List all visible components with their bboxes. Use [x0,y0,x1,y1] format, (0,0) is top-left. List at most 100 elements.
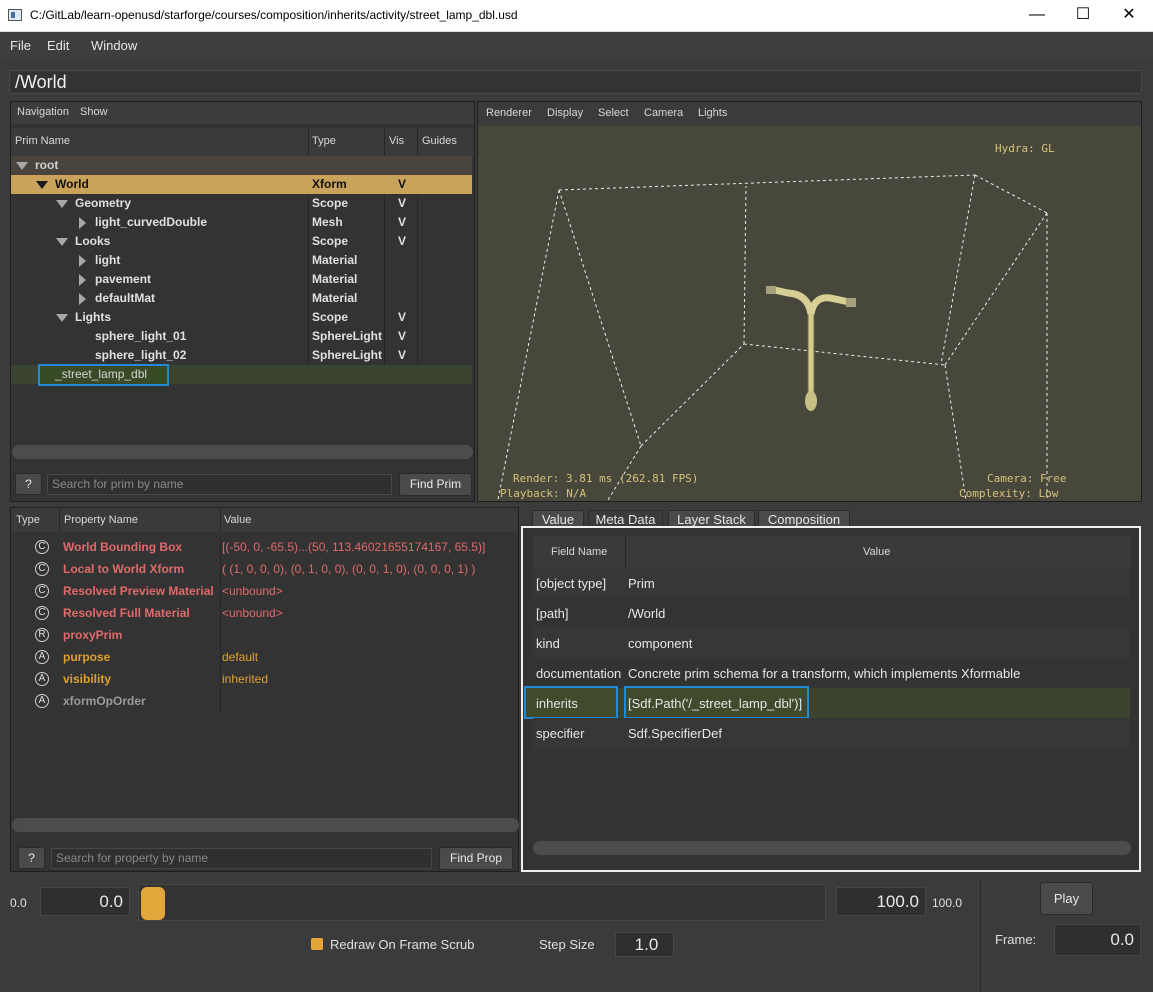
tree-row-root[interactable]: root [11,156,472,175]
menu-bar: File Edit Window [0,32,1153,58]
path-bar[interactable]: /World [9,70,1142,94]
prim-vis[interactable]: V [398,215,406,229]
tree-row-lights[interactable]: Lights Scope V [11,308,472,327]
property-row[interactable]: C Local to World Xform ( (1, 0, 0, 0), (… [11,559,518,581]
property-row[interactable]: C World Bounding Box [(-50, 0, -65.5)...… [11,537,518,559]
header-field-name[interactable]: Field Name [551,546,607,558]
expand-arrow-icon[interactable] [56,238,68,246]
collapsed-arrow-icon[interactable] [79,293,86,305]
menu-edit[interactable]: Edit [47,38,69,53]
property-row[interactable]: C Resolved Preview Material <unbound> [11,581,518,603]
property-row[interactable]: A purpose default [11,647,518,669]
tree-row-light-curveddouble[interactable]: light_curvedDouble Mesh V [11,213,472,232]
horizontal-scrollbar[interactable] [533,841,1131,855]
property-row[interactable]: A xformOpOrder [11,691,518,713]
prim-name: Lights [75,310,111,324]
property-row[interactable]: R proxyPrim [11,625,518,647]
expand-arrow-icon[interactable] [16,162,28,170]
menu-file[interactable]: File [10,38,31,53]
prim-search-input[interactable]: Search for prim by name [47,474,392,495]
help-button[interactable]: ? [18,847,45,869]
find-prim-button[interactable]: Find Prim [399,473,472,496]
prim-type: Material [312,253,358,267]
tree-row-looks[interactable]: Looks Scope V [11,232,472,251]
property-search-input[interactable]: Search for property by name [51,848,432,869]
prim-vis[interactable]: V [398,348,406,362]
header-type[interactable]: Type [16,514,40,526]
property-name: Resolved Preview Material [63,584,214,598]
prim-vis[interactable]: V [398,196,406,210]
menu-window[interactable]: Window [91,38,137,53]
step-size-input[interactable]: 1.0 [615,932,674,957]
end-frame-input[interactable]: 100.0 [836,887,926,916]
property-row[interactable]: A visibility inherited [11,669,518,691]
menu-display[interactable]: Display [547,107,583,119]
header-type[interactable]: Type [312,135,336,147]
tree-row-street-lamp-dbl[interactable]: _street_lamp_dbl [11,364,472,386]
menu-camera[interactable]: Camera [644,107,683,119]
collapsed-arrow-icon[interactable] [79,274,86,286]
column-divider [384,128,385,156]
horizontal-scrollbar[interactable] [12,445,473,459]
menu-navigation[interactable]: Navigation [17,106,69,118]
tree-row-geometry[interactable]: Geometry Scope V [11,194,472,213]
viewport-panel[interactable]: Renderer Display Select Camera Lights Hy… [477,101,1142,502]
menu-show[interactable]: Show [80,106,108,118]
attribute-type-icon: A [35,650,49,664]
prim-vis[interactable]: V [398,234,406,248]
tree-row-light[interactable]: light Material [11,251,472,270]
start-frame-input[interactable]: 0.0 [40,887,130,916]
tree-row-sphere-light-01[interactable]: sphere_light_01 SphereLight V [11,327,472,346]
prim-vis[interactable]: V [398,329,406,343]
header-guides[interactable]: Guides [422,135,457,147]
property-row[interactable]: C Resolved Full Material <unbound> [11,603,518,625]
tree-row-sphere-light-02[interactable]: sphere_light_02 SphereLight V [11,346,472,365]
viewport-canvas[interactable] [478,126,1141,501]
attribute-type-icon: A [35,694,49,708]
prim-name: Looks [75,234,111,248]
expand-arrow-icon[interactable] [36,181,48,189]
prim-type: SphereLight [312,348,383,362]
meta-row[interactable]: specifier Sdf.SpecifierDef [533,718,1130,748]
frame-input[interactable]: 0.0 [1054,924,1141,956]
prim-name: defaultMat [95,291,155,305]
meta-row[interactable]: documentation Concrete prim schema for a… [533,658,1130,688]
help-button[interactable]: ? [15,473,42,495]
menu-renderer[interactable]: Renderer [486,107,532,119]
frame-slider-track[interactable] [138,884,826,921]
collapsed-arrow-icon[interactable] [79,217,86,229]
redraw-checkbox[interactable] [311,938,323,950]
minimize-button[interactable]: — [1014,0,1060,32]
menu-select[interactable]: Select [598,107,629,119]
prim-vis[interactable]: V [398,177,406,191]
meta-row[interactable]: kind component [533,628,1130,658]
computed-type-icon: C [35,562,49,576]
tree-row-pavement[interactable]: pavement Material [11,270,472,289]
property-value: default [222,650,259,664]
header-property-name[interactable]: Property Name [64,514,138,526]
meta-row-inherits[interactable]: inherits [Sdf.Path('/_street_lamp_dbl')] [524,686,1130,719]
header-prim-name[interactable]: Prim Name [15,135,70,147]
play-button[interactable]: Play [1040,882,1093,915]
expand-arrow-icon[interactable] [56,314,68,322]
prim-vis[interactable]: V [398,310,406,324]
prim-browser-panel: Navigation Show Prim Name Type Vis Guide… [10,101,475,502]
tree-row-world[interactable]: World Xform V [11,175,472,194]
horizontal-scrollbar[interactable] [12,818,519,832]
menu-lights[interactable]: Lights [698,107,727,119]
tree-row-defaultmat[interactable]: defaultMat Material [11,289,472,308]
header-vis[interactable]: Vis [389,135,404,147]
header-value[interactable]: Value [224,514,251,526]
column-divider [59,508,60,532]
meta-row[interactable]: [object type] Prim [533,568,1130,598]
expand-arrow-icon[interactable] [56,200,68,208]
collapsed-arrow-icon[interactable] [79,255,86,267]
maximize-button[interactable]: ☐ [1060,0,1106,32]
column-divider [417,128,418,156]
header-value[interactable]: Value [863,546,890,558]
meta-field: kind [536,636,560,651]
find-prop-button[interactable]: Find Prop [439,847,513,870]
frame-slider-handle[interactable] [141,887,165,920]
meta-row[interactable]: [path] /World [533,598,1130,628]
close-button[interactable]: ✕ [1106,0,1152,32]
